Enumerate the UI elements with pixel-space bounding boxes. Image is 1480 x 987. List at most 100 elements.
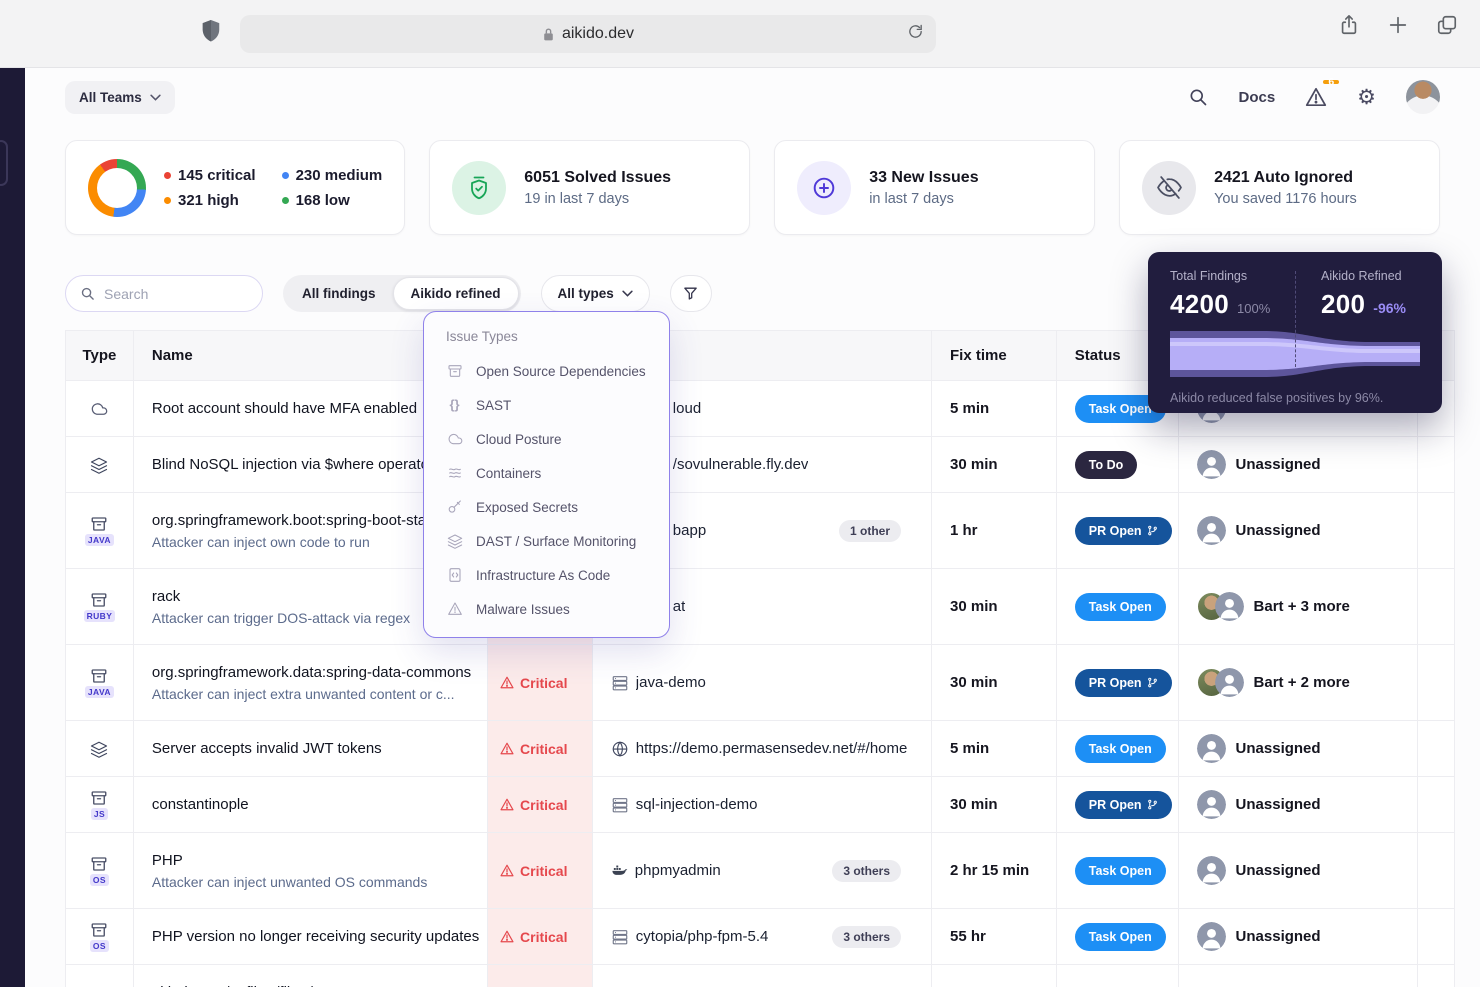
legend-high: 321 high (164, 192, 256, 209)
search-icon[interactable] (1188, 87, 1208, 107)
settings-button[interactable]: ⚙ (1357, 87, 1376, 108)
dropdown-title: Issue Types (424, 329, 669, 344)
new-issues-card: 33 New Issues in last 7 days (774, 140, 1095, 235)
dropdown-item-infrastructure-as-code[interactable]: Infrastructure As Code (424, 558, 669, 592)
status-badge[interactable]: Task Open (1075, 735, 1166, 763)
dropdown-item-cloud-posture[interactable]: Cloud Posture (424, 422, 669, 456)
assignee[interactable]: Unassigned (1197, 922, 1321, 951)
screen: aikido.dev All Teams (0, 0, 1480, 987)
shield-check-icon (452, 161, 506, 215)
cloud-icon (90, 400, 108, 418)
warning-triangle-icon (500, 864, 514, 877)
package-icon (90, 855, 108, 873)
new-tab-button[interactable] (1387, 14, 1409, 36)
status-badge[interactable]: To Do (1075, 451, 1137, 479)
table-row[interactable]: JAVA org.springframework.boot:spring-boo… (66, 493, 1454, 569)
team-selector[interactable]: All Teams (65, 81, 175, 114)
dropdown-item-dast-surface-monitoring[interactable]: DAST / Surface Monitoring (424, 524, 669, 558)
status-badge[interactable]: PR Open (1075, 669, 1172, 697)
dropdown-item-sast[interactable]: {}SAST (424, 388, 669, 422)
aikido-refined-tab[interactable]: Aikido refined (393, 277, 519, 310)
share-button[interactable] (1338, 14, 1360, 36)
finding-name: Blind NoSQL injection via $where operato… (152, 456, 434, 473)
assignee[interactable]: Unassigned (1197, 450, 1321, 479)
warning-triangle-icon (1305, 87, 1327, 107)
assignee[interactable]: Unassigned (1197, 516, 1321, 545)
url-bar[interactable]: aikido.dev (240, 15, 936, 53)
tabs-overview-button[interactable] (1436, 14, 1458, 36)
row-extra-cell (1418, 569, 1454, 644)
status-badge[interactable]: Task Open (1075, 857, 1166, 885)
plus-circle-icon (797, 161, 851, 215)
search-field[interactable] (65, 275, 263, 312)
table-row[interactable]: Server accepts invalid JWT tokens Critic… (66, 721, 1454, 777)
total-findings-value: 4200 (1170, 289, 1229, 320)
row-extra-cell (1418, 777, 1454, 832)
target-name: java-demo (636, 674, 706, 691)
table-row[interactable]: JS constantinople Critical sql-injection… (66, 777, 1454, 833)
dropdown-item-containers[interactable]: Containers (424, 456, 669, 490)
fix-time: 30 min (950, 674, 998, 691)
assignee-name: Unassigned (1236, 796, 1321, 813)
unassigned-avatar-icon (1197, 790, 1226, 819)
search-input[interactable] (104, 286, 234, 302)
table-row[interactable]: OS PHP version no longer receiving secur… (66, 909, 1454, 965)
assignee[interactable]: Unassigned (1197, 734, 1321, 763)
target-name: /sovulnerable.fly.dev (673, 456, 809, 473)
row-extra-cell (1418, 645, 1454, 720)
header-type: Type (66, 331, 134, 380)
table-row[interactable]: github.com/gofiber/fiber/v2 (66, 965, 1454, 987)
status-badge[interactable]: PR Open (1075, 791, 1172, 819)
table-row[interactable]: OS PHP Attacker can inject unwanted OS c… (66, 833, 1454, 909)
all-types-dropdown-button[interactable]: All types (541, 275, 650, 312)
sidebar-handle[interactable] (0, 140, 8, 186)
fix-time: 5 min (950, 740, 989, 757)
table-body: Root account should have MFA enabled lou… (66, 381, 1454, 987)
ecosystem-label: JS (91, 808, 108, 820)
collapsed-sidebar[interactable] (0, 68, 25, 987)
severity-donut-chart (88, 159, 146, 217)
status-badge[interactable]: Task Open (1075, 923, 1166, 951)
reload-button[interactable] (907, 23, 924, 40)
all-findings-tab[interactable]: All findings (285, 277, 393, 310)
notifications-button[interactable]: 6 (1305, 87, 1327, 107)
status-badge[interactable]: Task Open (1075, 593, 1166, 621)
severity-cell: Critical (488, 645, 593, 720)
layers-icon (90, 740, 108, 758)
table-row[interactable]: Blind NoSQL injection via $where operato… (66, 437, 1454, 493)
ecosystem-label: OS (90, 940, 109, 952)
assignee[interactable]: Bart + 3 more (1197, 592, 1350, 621)
assignee-avatars (1197, 668, 1244, 697)
chevron-down-icon (150, 94, 161, 101)
unassigned-avatar-icon (1197, 856, 1226, 885)
filter-funnel-button[interactable] (670, 275, 712, 312)
assignee[interactable]: Unassigned (1197, 856, 1321, 885)
assignee-name: Unassigned (1236, 862, 1321, 879)
finding-name: constantinople (152, 796, 249, 813)
app-header: All Teams Docs 6 ⚙ (65, 74, 1440, 120)
package-icon (90, 515, 108, 533)
finding-description: Attacker can trigger DOS-attack via rege… (152, 610, 410, 626)
dropdown-item-malware-issues[interactable]: Malware Issues (424, 592, 669, 626)
unassigned-avatar-icon (1197, 922, 1226, 951)
assignee-name: Bart + 2 more (1254, 674, 1350, 691)
chevron-down-icon (622, 290, 633, 297)
assignee[interactable]: Unassigned (1197, 790, 1321, 819)
docs-link[interactable]: Docs (1238, 89, 1275, 106)
target-count-badge: 3 others (832, 926, 901, 948)
unassigned-avatar-icon (1215, 668, 1244, 697)
dropdown-item-open-source-dependencies[interactable]: Open Source Dependencies (424, 354, 669, 388)
target-name: https://demo.permasensedev.net/#/home (636, 740, 908, 757)
finding-name: Root account should have MFA enabled (152, 400, 417, 417)
target-name: at (673, 598, 686, 615)
dropdown-item-exposed-secrets[interactable]: Exposed Secrets (424, 490, 669, 524)
aikido-refined-label: Aikido Refined (1321, 269, 1420, 283)
assignee[interactable]: Bart + 2 more (1197, 668, 1350, 697)
finding-name: rack (152, 588, 410, 605)
user-avatar[interactable] (1406, 80, 1440, 114)
table-row[interactable]: RUBY rack Attacker can trigger DOS-attac… (66, 569, 1454, 645)
table-row[interactable]: JAVA org.springframework.data:spring-dat… (66, 645, 1454, 721)
cloud-icon (446, 431, 463, 447)
git-branch-icon (1147, 525, 1158, 536)
status-badge[interactable]: PR Open (1075, 517, 1172, 545)
